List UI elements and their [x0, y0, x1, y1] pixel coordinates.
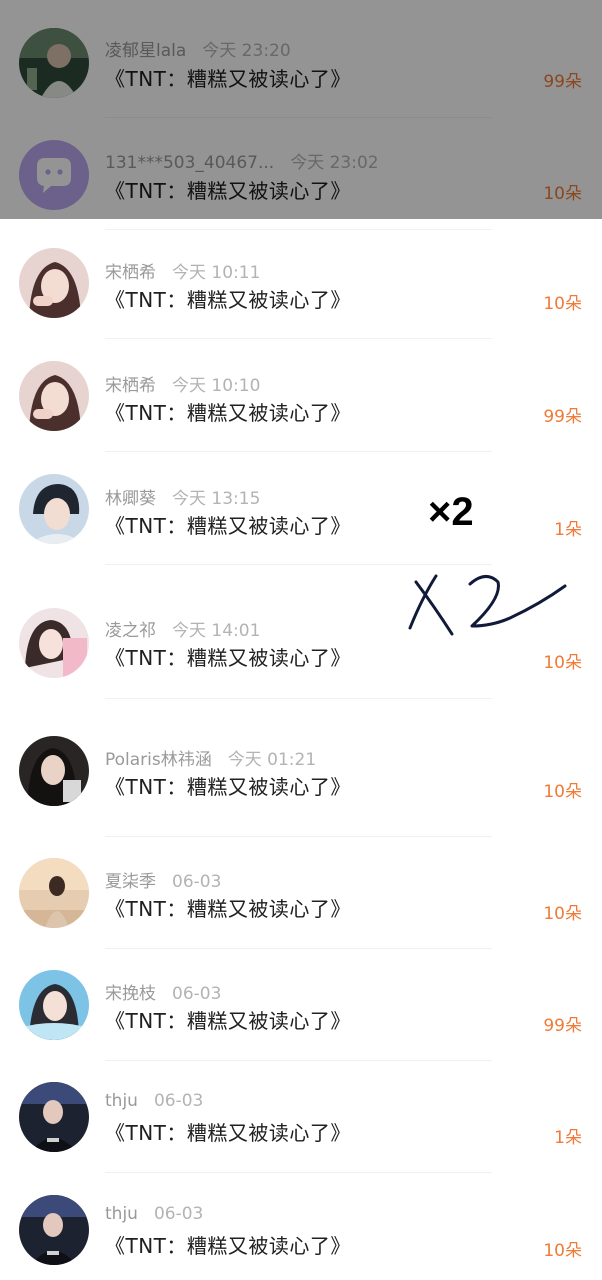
list-item-meta: 林卿葵 今天 13:15 — [105, 484, 260, 509]
user-name[interactable]: 凌郁星lala — [105, 41, 186, 61]
avatar[interactable] — [19, 1195, 89, 1265]
flower-count: 99朵 — [543, 407, 582, 427]
timestamp: 今天 10:10 — [172, 376, 261, 396]
book-title: 《TNT：糟糕又被读心了》 — [105, 1121, 351, 1145]
timestamp: 今天 10:11 — [172, 263, 261, 283]
list-item[interactable]: 宋挽枝 06-03 《TNT：糟糕又被读心了》 99朵 — [0, 948, 602, 1061]
list-item[interactable]: 宋栖希 今天 10:10 《TNT：糟糕又被读心了》 99朵 — [0, 339, 602, 452]
avatar[interactable] — [19, 28, 89, 98]
avatar-photo-icon — [19, 736, 89, 806]
timestamp: 今天 13:15 — [172, 489, 261, 509]
user-name[interactable]: 131***503_40467... — [105, 153, 274, 173]
book-title: 《TNT：糟糕又被读心了》 — [105, 646, 351, 670]
user-name[interactable]: 夏柒季 — [105, 872, 156, 892]
avatar-photo-icon — [19, 474, 89, 544]
list-item-meta: Polaris林祎涵 今天 01:21 — [105, 745, 316, 770]
list-item-meta: 夏柒季 06-03 — [105, 867, 221, 892]
timestamp: 06-03 — [153, 1204, 204, 1224]
book-title: 《TNT：糟糕又被读心了》 — [105, 775, 351, 799]
flower-count: 10朵 — [543, 1241, 582, 1261]
timestamp: 今天 23:20 — [202, 41, 291, 61]
book-title: 《TNT：糟糕又被读心了》 — [105, 179, 351, 203]
book-title: 《TNT：糟糕又被读心了》 — [105, 401, 351, 425]
avatar[interactable] — [19, 736, 89, 806]
list-item-meta: thju 06-03 — [105, 1204, 203, 1224]
list-item[interactable]: 凌郁星lala 今天 23:20 《TNT：糟糕又被读心了》 99朵 — [0, 6, 602, 118]
avatar[interactable] — [19, 474, 89, 544]
avatar-photo-icon — [19, 28, 89, 98]
avatar[interactable] — [19, 140, 89, 210]
list-item-meta: 131***503_40467... 今天 23:02 — [105, 148, 379, 173]
avatar[interactable] — [19, 858, 89, 928]
list-item-meta: 宋栖希 今天 10:10 — [105, 371, 260, 396]
user-name[interactable]: 宋挽枝 — [105, 984, 156, 1004]
user-name[interactable]: 宋栖希 — [105, 263, 156, 283]
list-item-meta: 宋栖希 今天 10:11 — [105, 258, 260, 283]
list-item[interactable]: 131***503_40467... 今天 23:02 《TNT：糟糕又被读心了》… — [0, 118, 602, 230]
timestamp: 今天 23:02 — [290, 153, 379, 173]
book-title: 《TNT：糟糕又被读心了》 — [105, 1234, 351, 1258]
timestamp: 今天 01:21 — [227, 750, 317, 770]
flower-count: 10朵 — [543, 782, 582, 802]
avatar[interactable] — [19, 1082, 89, 1152]
list-item-meta: 宋挽枝 06-03 — [105, 979, 221, 1004]
timestamp: 今天 14:01 — [172, 621, 261, 641]
avatar-photo-icon — [19, 858, 89, 928]
list-item[interactable]: 宋栖希 今天 10:11 《TNT：糟糕又被读心了》 10朵 — [0, 226, 602, 339]
book-title: 《TNT：糟糕又被读心了》 — [105, 288, 351, 312]
flower-count: 10朵 — [543, 294, 582, 314]
avatar-photo-icon — [19, 248, 89, 318]
book-title: 《TNT：糟糕又被读心了》 — [105, 1009, 351, 1033]
list-item[interactable]: 夏柒季 06-03 《TNT：糟糕又被读心了》 10朵 — [0, 836, 602, 949]
list-item[interactable]: Polaris林祎涵 今天 01:21 《TNT：糟糕又被读心了》 10朵 — [0, 714, 602, 837]
list-item[interactable]: thju 06-03 《TNT：糟糕又被读心了》 1朵 — [0, 1060, 602, 1173]
chat-bubble-icon — [19, 140, 89, 210]
user-name[interactable]: thju — [105, 1204, 138, 1224]
timestamp: 06-03 — [172, 984, 222, 1004]
flower-count: 1朵 — [554, 520, 582, 540]
list-item-meta: 凌郁星lala 今天 23:20 — [105, 36, 291, 61]
flower-count: 1朵 — [554, 1128, 582, 1148]
annotation-typed-x2: ×2 — [428, 490, 474, 534]
avatar[interactable] — [19, 361, 89, 431]
timestamp: 06-03 — [153, 1091, 204, 1111]
book-title: 《TNT：糟糕又被读心了》 — [105, 897, 351, 921]
avatar-photo-icon — [19, 608, 89, 678]
user-name[interactable]: 凌之祁 — [105, 621, 156, 641]
flower-count: 10朵 — [543, 904, 582, 924]
user-name[interactable]: thju — [105, 1091, 138, 1111]
gift-record-screen: 凌郁星lala 今天 23:20 《TNT：糟糕又被读心了》 99朵 131***… — [0, 0, 602, 1280]
divider — [105, 698, 492, 699]
divider — [105, 564, 492, 565]
flower-count: 99朵 — [543, 1016, 582, 1036]
timestamp: 06-03 — [172, 872, 222, 892]
list-item[interactable]: 林卿葵 今天 13:15 《TNT：糟糕又被读心了》 1朵 — [0, 452, 602, 565]
annotation-handwritten-x2 — [408, 574, 567, 636]
avatar[interactable] — [19, 970, 89, 1040]
avatar-photo-icon — [19, 970, 89, 1040]
list-item-meta: 凌之祁 今天 14:01 — [105, 616, 260, 641]
avatar-photo-icon — [19, 1195, 89, 1265]
book-title: 《TNT：糟糕又被读心了》 — [105, 514, 351, 538]
list-item-meta: thju 06-03 — [105, 1091, 203, 1111]
avatar[interactable] — [19, 248, 89, 318]
avatar-photo-icon — [19, 1082, 89, 1152]
flower-count: 99朵 — [543, 72, 582, 92]
flower-count: 10朵 — [543, 653, 582, 673]
avatar[interactable] — [19, 608, 89, 678]
book-title: 《TNT：糟糕又被读心了》 — [105, 67, 351, 91]
user-name[interactable]: 宋栖希 — [105, 376, 156, 396]
user-name[interactable]: 林卿葵 — [105, 489, 156, 509]
user-name[interactable]: Polaris林祎涵 — [105, 750, 212, 770]
list-item[interactable]: thju 06-03 《TNT：糟糕又被读心了》 10朵 — [0, 1173, 602, 1280]
flower-count: 10朵 — [543, 184, 582, 204]
avatar-photo-icon — [19, 361, 89, 431]
